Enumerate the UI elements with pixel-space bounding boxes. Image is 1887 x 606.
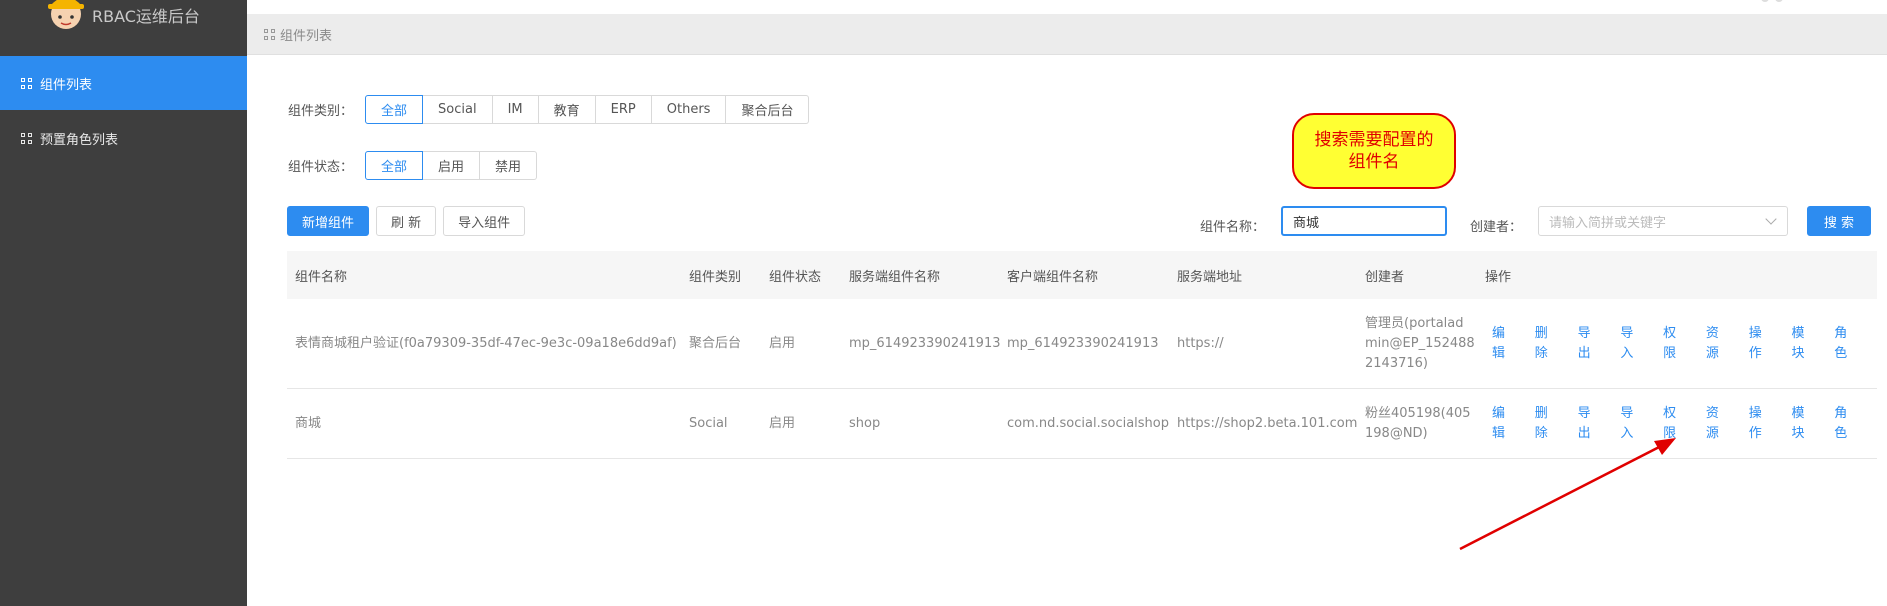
category-option-all[interactable]: 全部: [365, 95, 424, 124]
cell-client-name: mp_614923390241913: [1007, 335, 1159, 351]
breadcrumb-label: 组件列表: [280, 28, 333, 44]
grid-icon: [264, 28, 275, 40]
callout-line-1: 搜索需要配置的: [1314, 130, 1434, 150]
status-segmented-control: 全部 启用 禁用: [365, 151, 538, 180]
creator-select-placeholder: 请输入简拼或关键字: [1549, 215, 1667, 231]
breadcrumb: 组件列表: [247, 14, 1887, 55]
column-header-server-name: 服务端组件名称: [849, 269, 941, 285]
refresh-button[interactable]: 刷 新: [376, 206, 437, 236]
export-link[interactable]: 导出: [1578, 324, 1603, 364]
import-component-button[interactable]: 导入组件: [443, 206, 526, 236]
brand: RBAC运维后台: [0, 0, 247, 42]
user-menu-icon[interactable]: [1759, 0, 1787, 6]
table-row: 表情商城租户验证(f0a79309-35df-47ec-9e3c-09a18e6…: [287, 299, 1877, 389]
edit-link[interactable]: 编辑: [1492, 404, 1517, 444]
status-filter-label: 组件状态：: [288, 160, 354, 175]
status-option-disabled[interactable]: 禁用: [480, 151, 538, 180]
status-option-all[interactable]: 全部: [365, 151, 424, 180]
cell-server-address: https://: [1177, 335, 1224, 351]
creator-line: min@EP_152488: [1365, 335, 1475, 351]
category-filter: 组件类别： 全部 Social IM 教育 ERP Others 聚合后台: [288, 95, 810, 124]
sidebar-item-label: 组件列表: [40, 77, 93, 93]
cell-server-name: shop: [849, 415, 881, 431]
delete-link[interactable]: 删除: [1535, 324, 1560, 364]
row-operations: 编辑 删除 导出 导入 权限 资源 操作 模块 角色: [1492, 299, 1877, 388]
sidebar: RBAC运维后台 组件列表 预置角色列表: [0, 0, 247, 606]
component-name-label: 组件名称：: [1200, 220, 1266, 235]
sidebar-item-label: 预置角色列表: [40, 132, 119, 148]
export-link[interactable]: 导出: [1578, 404, 1603, 444]
cell-creator: 粉丝405198(405 198@ND): [1365, 389, 1471, 458]
column-header-name: 组件名称: [295, 269, 348, 285]
import-link[interactable]: 导入: [1620, 324, 1645, 364]
cell-name: 商城: [295, 415, 322, 431]
cell-category: Social: [689, 415, 728, 431]
cell-creator: 管理员(portalad min@EP_152488 2143716): [1365, 299, 1475, 388]
cell-name: 表情商城租户验证(f0a79309-35df-47ec-9e3c-09a18e6…: [295, 335, 677, 351]
import-link[interactable]: 导入: [1620, 404, 1645, 444]
column-header-server-address: 服务端地址: [1177, 269, 1243, 285]
roles-link[interactable]: 角色: [1834, 324, 1859, 364]
creator-line: 管理员(portalad: [1365, 315, 1464, 331]
top-header: [247, 0, 1887, 14]
creator-line: 2143716): [1365, 355, 1428, 371]
sidebar-item-preset-roles[interactable]: 预置角色列表: [0, 111, 247, 165]
status-filter: 组件状态： 全部 启用 禁用: [288, 151, 538, 180]
app-title: RBAC运维后台: [92, 7, 200, 26]
category-segmented-control: 全部 Social IM 教育 ERP Others 聚合后台: [365, 95, 810, 124]
toolbar: 新增组件 刷 新 导入组件: [287, 206, 526, 236]
category-option-social[interactable]: Social: [423, 95, 493, 124]
permissions-link[interactable]: 权限: [1663, 404, 1688, 444]
worker-helmet-avatar-icon: [48, 0, 84, 29]
operations-link[interactable]: 操作: [1749, 404, 1774, 444]
modules-link[interactable]: 模块: [1791, 324, 1816, 364]
edit-link[interactable]: 编辑: [1492, 324, 1517, 364]
chevron-down-icon: [1765, 213, 1777, 225]
status-option-enabled[interactable]: 启用: [423, 151, 481, 180]
cell-category: 聚合后台: [689, 335, 742, 351]
component-table: 组件名称 组件类别 组件状态 服务端组件名称 客户端组件名称 服务端地址 创建者…: [287, 251, 1877, 459]
creator-label: 创建者：: [1470, 220, 1523, 235]
cell-server-name: mp_614923390241913: [849, 335, 1001, 351]
cell-status: 启用: [769, 335, 796, 351]
callout-line-2: 组件名: [1348, 152, 1400, 172]
table-row: 商城 Social 启用 shop com.nd.social.socialsh…: [287, 389, 1877, 459]
resources-link[interactable]: 资源: [1706, 404, 1731, 444]
sidebar-item-component-list[interactable]: 组件列表: [0, 56, 247, 110]
category-option-education[interactable]: 教育: [538, 95, 596, 124]
column-header-client-name: 客户端组件名称: [1007, 269, 1099, 285]
grid-icon: [21, 132, 32, 144]
table-header: 组件名称 组件类别 组件状态 服务端组件名称 客户端组件名称 服务端地址 创建者…: [287, 251, 1877, 299]
operations-link[interactable]: 操作: [1749, 324, 1774, 364]
row-operations: 编辑 删除 导出 导入 权限 资源 操作 模块 角色: [1492, 389, 1877, 458]
creator-line: 198@ND): [1365, 425, 1428, 441]
component-name-input[interactable]: [1281, 206, 1447, 236]
permissions-link[interactable]: 权限: [1663, 324, 1688, 364]
category-option-erp[interactable]: ERP: [595, 95, 652, 124]
cell-client-name: com.nd.social.socialshop: [1007, 415, 1169, 431]
roles-link[interactable]: 角色: [1834, 404, 1859, 444]
column-header-category: 组件类别: [689, 269, 742, 285]
annotation-callout: 搜索需要配置的 组件名: [1292, 113, 1456, 189]
creator-line: 粉丝405198(405: [1365, 405, 1471, 421]
category-filter-label: 组件类别：: [288, 104, 354, 119]
category-option-others[interactable]: Others: [651, 95, 727, 124]
modules-link[interactable]: 模块: [1791, 404, 1816, 444]
grid-icon: [21, 77, 32, 89]
column-header-creator: 创建者: [1365, 269, 1405, 285]
cell-server-address: https://shop2.beta.101.com: [1177, 415, 1358, 431]
delete-link[interactable]: 删除: [1535, 404, 1560, 444]
column-header-operations: 操作: [1485, 269, 1512, 285]
cell-status: 启用: [769, 415, 796, 431]
category-option-aggregate[interactable]: 聚合后台: [726, 95, 810, 124]
add-component-button[interactable]: 新增组件: [287, 206, 370, 236]
resources-link[interactable]: 资源: [1706, 324, 1731, 364]
column-header-status: 组件状态: [769, 269, 822, 285]
category-option-im[interactable]: IM: [492, 95, 539, 124]
search-button[interactable]: 搜 索: [1807, 206, 1871, 236]
creator-select[interactable]: 请输入简拼或关键字: [1538, 206, 1788, 236]
